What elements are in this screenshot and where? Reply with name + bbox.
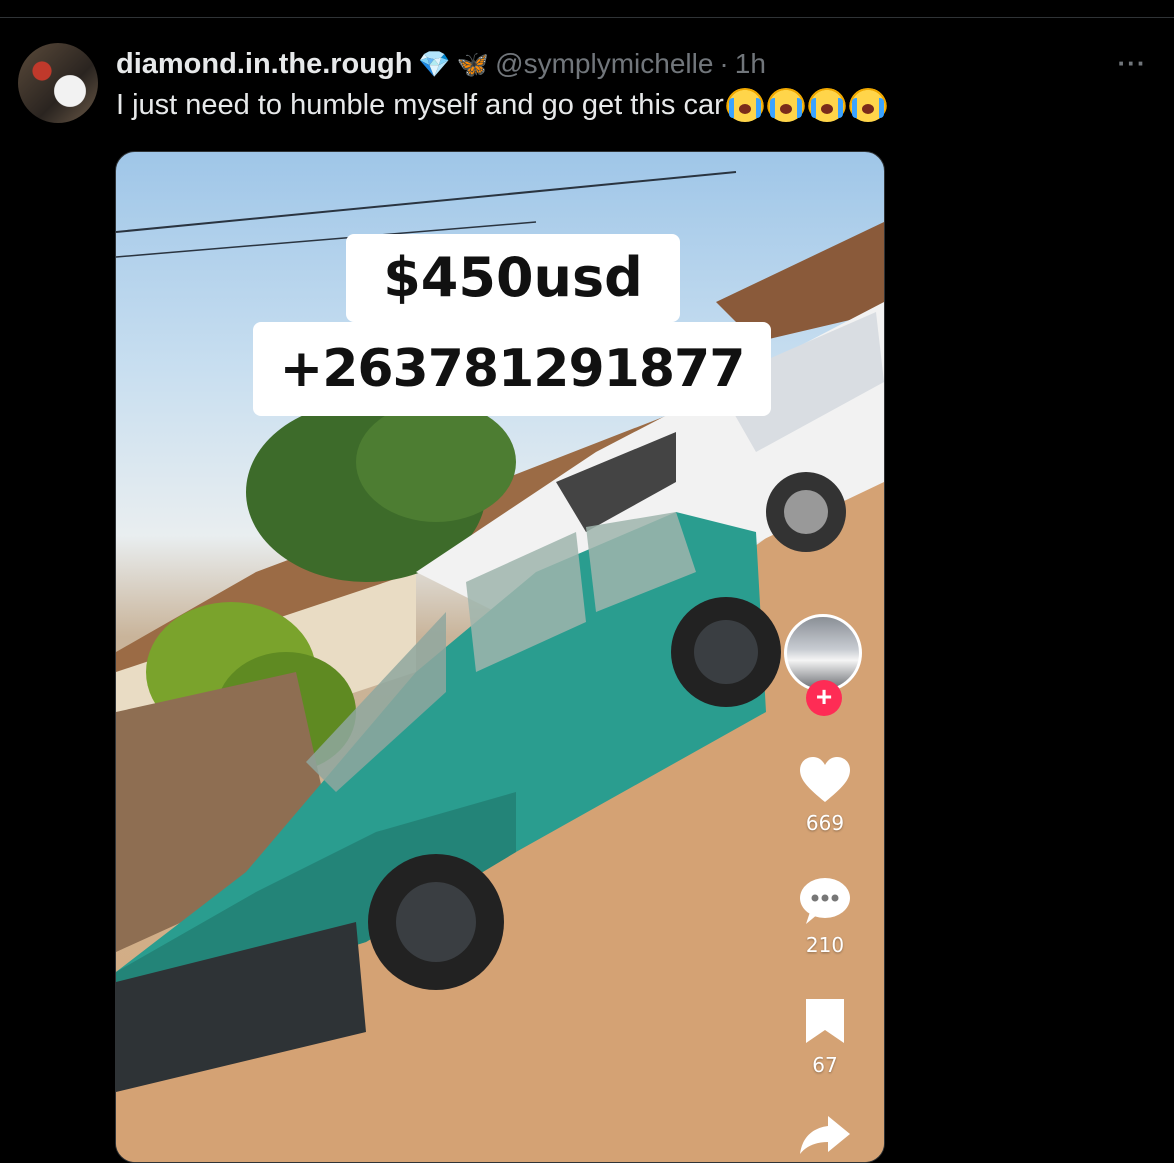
bookmark-button[interactable]: 67 [782,996,868,1077]
separator-dot: · [719,48,729,79]
author-handle[interactable]: @symplymichelle [495,48,713,80]
video-media[interactable]: $450usd +263781291877 + 669 210 67 [115,151,885,1163]
price-overlay: $450usd [346,234,680,322]
bookmark-icon [806,999,844,1043]
loudly-crying-face-icon [725,88,764,122]
display-name[interactable]: diamond.in.the.rough [116,48,412,81]
bookmark-count: 67 [812,1053,838,1077]
share-arrow-icon [800,1116,850,1154]
phone-overlay: +263781291877 [253,322,771,416]
loudly-crying-face-icon [766,88,805,122]
crying-emoji-group [725,88,890,122]
tweet-text: I just need to humble myself and go get … [116,88,724,121]
comment-count: 210 [805,933,845,957]
loudly-crying-face-icon [848,88,887,122]
tweet-header: diamond.in.the.rough 💎 🦋 @symplymichelle… [116,44,766,84]
loudly-crying-face-icon [807,88,846,122]
top-divider [0,17,1174,18]
follow-plus-button[interactable]: + [806,680,842,716]
comment-bubble-icon [800,878,850,924]
like-count: 669 [805,811,845,835]
heart-icon [800,757,850,802]
author-avatar[interactable] [18,43,98,123]
comment-button[interactable]: 210 [782,876,868,957]
diamond-emoji-icon: 💎 [418,48,451,79]
tweet-text-container: I just need to humble myself and go get … [116,88,890,122]
more-options-button[interactable]: ··· [1112,48,1152,78]
share-button[interactable] [782,1114,868,1159]
butterfly-emoji-icon: 🦋 [456,48,490,79]
tweet-timestamp[interactable]: 1h [735,48,766,80]
like-button[interactable]: 669 [782,756,868,835]
